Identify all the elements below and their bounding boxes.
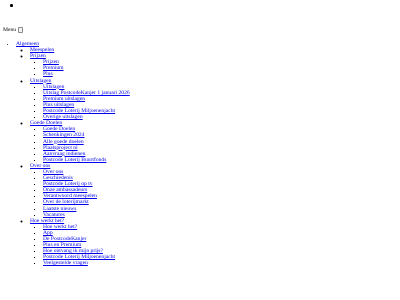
nav-list-prijzen: Prijzen Premium Plus <box>30 59 400 77</box>
nav-link-geschiedenis[interactable]: Geschiedenis <box>43 175 73 181</box>
nav-link-aanvraag-indienen[interactable]: Aanvraag indienen <box>43 151 85 157</box>
nav-link-app[interactable]: App <box>43 230 53 236</box>
nav-list-level-2: Meespelen Prijzen Prijzen Premium Plus U… <box>16 47 400 266</box>
nav-link-postcodekanjer[interactable]: De PostcodeKanjer <box>43 236 86 242</box>
nav-link-overige-uitslagen[interactable]: Overige uitslagen <box>43 114 83 120</box>
nav-item-over-ons: Over ons Over ons Geschiedenis Postcode … <box>30 163 400 218</box>
bullet-icon <box>10 4 13 7</box>
nav-link-schenkingen[interactable]: Schenkingen 2024 <box>43 132 84 138</box>
main-navigation: Algemeen Meespelen Prijzen Prijzen Premi… <box>0 41 400 300</box>
nav-link-vacatures[interactable]: Vacatures <box>43 212 65 218</box>
nav-link-algemeen[interactable]: Algemeen <box>16 41 39 47</box>
nav-link-plus-en-premium[interactable]: Plus en Premium <box>43 242 81 248</box>
nav-link-meespelen[interactable]: Meespelen <box>30 47 54 53</box>
nav-link-over-ons[interactable]: Over ons <box>30 163 50 169</box>
nav-link-premium[interactable]: Premium <box>43 65 64 71</box>
nav-link-hoe-werkt-het[interactable]: Hoe werkt het? <box>30 218 64 224</box>
nav-link-alle-goede-doelen[interactable]: Alle goede doelen <box>43 139 84 145</box>
top-list <box>10 4 13 10</box>
nav-link-verantwoord-meespelen[interactable]: Verantwoord meespelen <box>43 193 97 199</box>
nav-link-uitslagen-overview[interactable]: Uitslagen <box>43 84 64 90</box>
nav-link-ambassadeurs[interactable]: Onze ambassadeurs <box>43 187 87 193</box>
nav-link-over-ons-overview[interactable]: Over ons <box>43 169 63 175</box>
menu-label: Menu <box>3 27 17 33</box>
top-list-item <box>10 4 13 10</box>
nav-subitem: Veelgestelde vragen <box>43 260 400 266</box>
nav-list-uitslagen: Uitslagen Uitslag PostcodeKanjer 1 janua… <box>30 84 400 121</box>
menu-toggle-button[interactable] <box>18 27 24 33</box>
nav-link-miljoenenjacht[interactable]: Postcode Loterij Miljoenenjacht <box>43 254 115 260</box>
nav-link-prijzen-overview[interactable]: Prijzen <box>43 59 59 65</box>
nav-link-veelgestelde-vragen[interactable]: Veelgestelde vragen <box>43 260 88 266</box>
nav-link-goede-doelen-overview[interactable]: Goede Doelen <box>43 126 75 132</box>
nav-item-algemeen: Algemeen Meespelen Prijzen Prijzen Premi… <box>16 41 400 266</box>
nav-link-uitslag-postcodekanjer[interactable]: Uitslag PostcodeKanjer 1 januari 2026 <box>43 90 130 96</box>
nav-link-prijzen[interactable]: Prijzen <box>30 53 46 59</box>
nav-link-prijs-ontvangen[interactable]: Hoe ontvang ik mijn prijs? <box>43 248 103 254</box>
nav-link-hoe-werkt-het-overview[interactable]: Hoe werkt het? <box>43 224 77 230</box>
nav-link-laatste-nieuws[interactable]: Laatste nieuws <box>43 206 76 212</box>
nav-list-over-ons: Over ons Geschiedenis Postcode Loterij o… <box>30 169 400 218</box>
nav-link-uitslagen[interactable]: Uitslagen <box>30 78 51 84</box>
nav-item-uitslagen: Uitslagen Uitslagen Uitslag PostcodeKanj… <box>30 78 400 121</box>
nav-link-op-tv[interactable]: Postcode Loterij op tv <box>43 181 93 187</box>
nav-item-hoe-werkt-het: Hoe werkt het? Hoe werkt het? App De Pos… <box>30 218 400 267</box>
nav-link-plaatsproject[interactable]: Plaatsproject nl <box>43 145 78 151</box>
nav-link-plus-uitslagen[interactable]: Plus uitslagen <box>43 102 74 108</box>
nav-link-loterijmarkt[interactable]: Over de loterijmarkt <box>43 199 89 205</box>
nav-link-buurtfonds[interactable]: Postcode Loterij Buurtfonds <box>43 157 106 163</box>
nav-list-level-1: Algemeen Meespelen Prijzen Prijzen Premi… <box>0 41 400 266</box>
nav-link-premium-uitslagen[interactable]: Premium uitslagen <box>43 96 85 102</box>
nav-link-goede-doelen[interactable]: Goede Doelen <box>30 120 62 126</box>
nav-link-miljoenenjacht-uitslag[interactable]: Postcode Loterij Miljoenenjacht <box>43 108 115 114</box>
menu-bar: Menu <box>3 26 24 34</box>
nav-list-hoe-werkt-het: Hoe werkt het? App De PostcodeKanjer Plu… <box>30 224 400 267</box>
nav-link-plus[interactable]: Plus <box>43 71 53 77</box>
nav-item-goede-doelen: Goede Doelen Goede Doelen Schenkingen 20… <box>30 120 400 163</box>
nav-item-prijzen: Prijzen Prijzen Premium Plus <box>30 53 400 77</box>
nav-list-goede-doelen: Goede Doelen Schenkingen 2024 Alle goede… <box>30 126 400 163</box>
